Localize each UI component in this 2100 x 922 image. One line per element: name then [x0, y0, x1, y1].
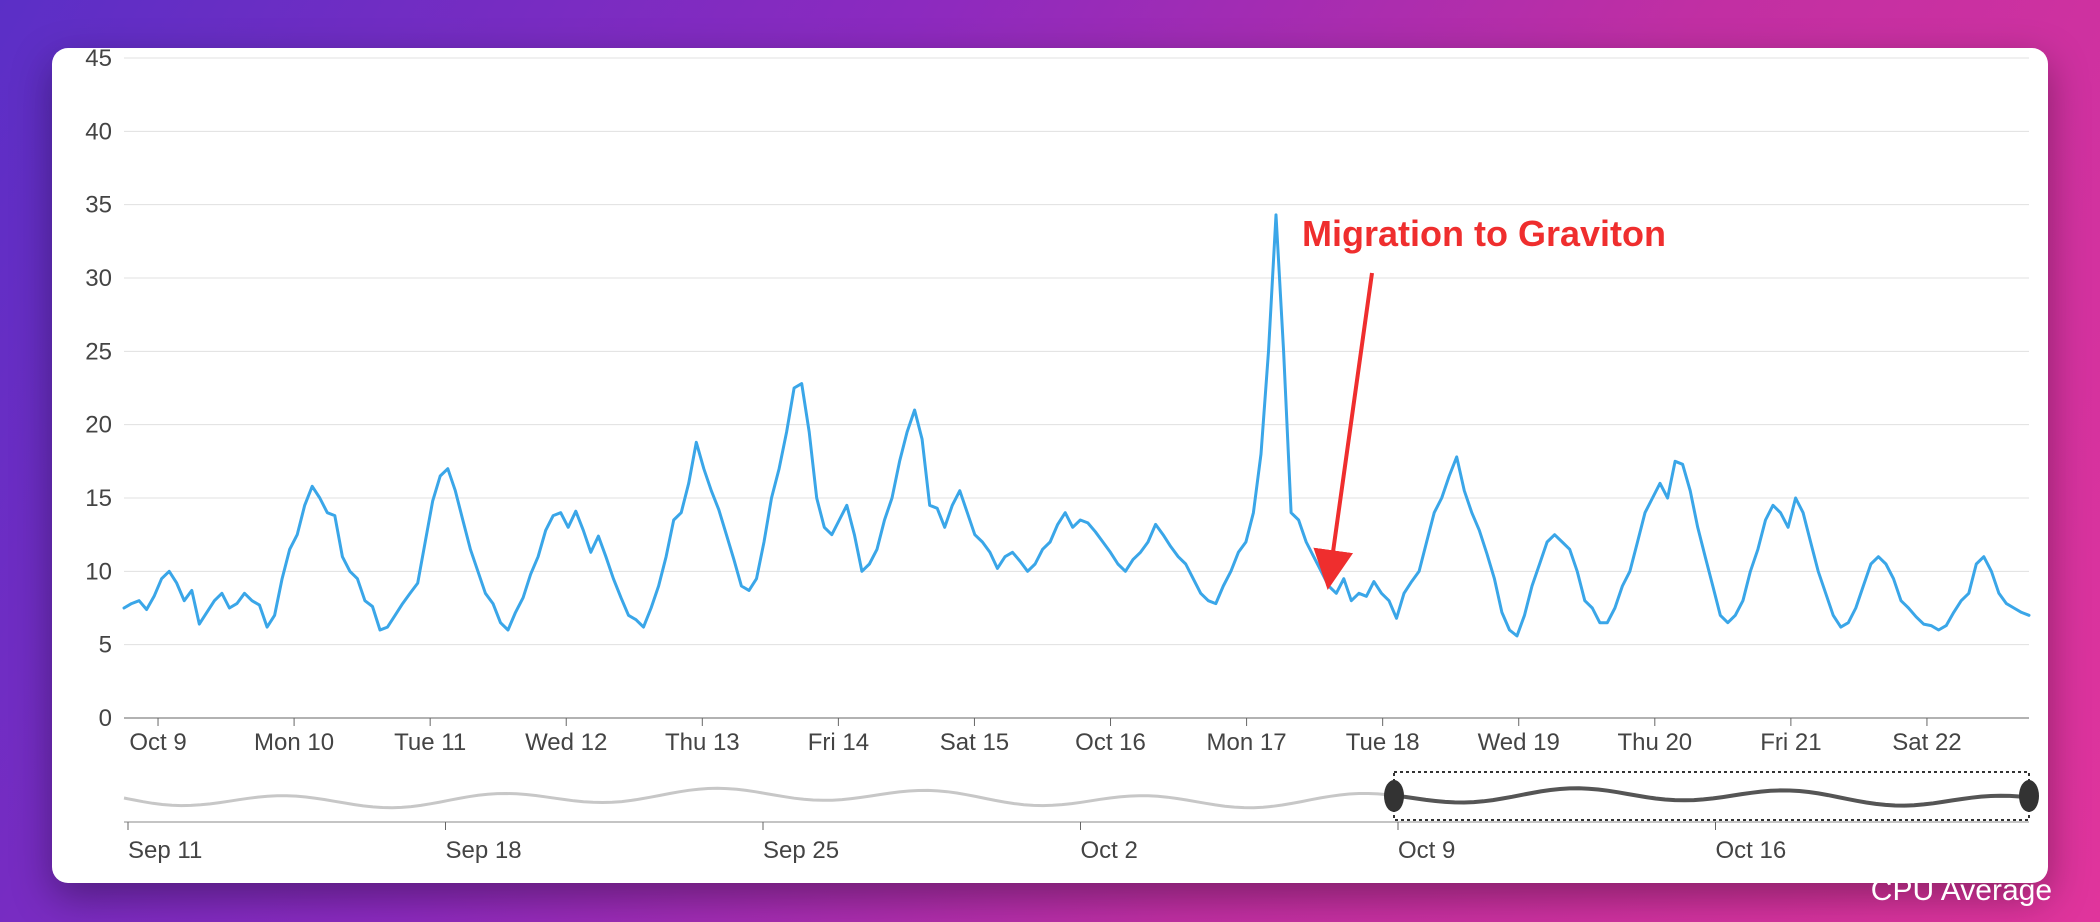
x-tick-label: Mon 10 [254, 729, 334, 756]
overview-tick-label: Sep 25 [763, 837, 839, 864]
x-tick-label: Fri 14 [808, 729, 869, 756]
y-tick-label: 15 [85, 485, 112, 512]
x-tick-label: Oct 9 [129, 729, 186, 756]
annotation-arrow [1328, 273, 1372, 586]
overview-tick-label: Oct 16 [1716, 837, 1787, 864]
y-tick-label: 40 [85, 118, 112, 145]
brush-handle-right[interactable] [2019, 780, 2039, 812]
x-tick-label: Sat 15 [940, 729, 1009, 756]
annotation-migration: Migration to Graviton [1302, 213, 1666, 255]
x-tick-label: Wed 19 [1478, 729, 1560, 756]
chart-caption: CPU Average [1871, 874, 2052, 908]
cpu-line-chart: 0 5 10 15 20 25 30 35 40 45 Oct 9 Mon 10 Tue 11 Wed 1… [52, 48, 2048, 883]
y-tick-label: 20 [85, 412, 112, 439]
overview-tick-label: Oct 2 [1081, 837, 1138, 864]
overview-tick-label: Oct 9 [1398, 837, 1455, 864]
x-tick-label: Thu 13 [665, 729, 740, 756]
overview-tick-label: Sep 18 [446, 837, 522, 864]
y-tick-label: 25 [85, 338, 112, 365]
x-tick-label: Tue 18 [1346, 729, 1420, 756]
y-tick-label: 35 [85, 192, 112, 219]
x-tick-label: Oct 16 [1075, 729, 1146, 756]
y-tick-label: 10 [85, 558, 112, 585]
y-tick-label: 45 [85, 48, 112, 72]
x-tick-label: Sat 22 [1892, 729, 1961, 756]
overview-brush[interactable] [1394, 772, 2029, 820]
x-tick-label: Thu 20 [1617, 729, 1692, 756]
y-tick-label: 30 [85, 265, 112, 292]
x-tick-label: Fri 21 [1760, 729, 1821, 756]
brush-handle-left[interactable] [1384, 780, 1404, 812]
x-tick-label: Wed 12 [525, 729, 607, 756]
overview-tick-label: Sep 11 [128, 837, 202, 864]
x-tick-label: Mon 17 [1207, 729, 1287, 756]
x-tick-label: Tue 11 [394, 729, 466, 756]
y-tick-label: 0 [99, 705, 112, 732]
y-tick-label: 5 [99, 632, 112, 659]
chart-card: 0 5 10 15 20 25 30 35 40 45 Oct 9 Mon 10 Tue 11 Wed 1… [52, 48, 2048, 883]
